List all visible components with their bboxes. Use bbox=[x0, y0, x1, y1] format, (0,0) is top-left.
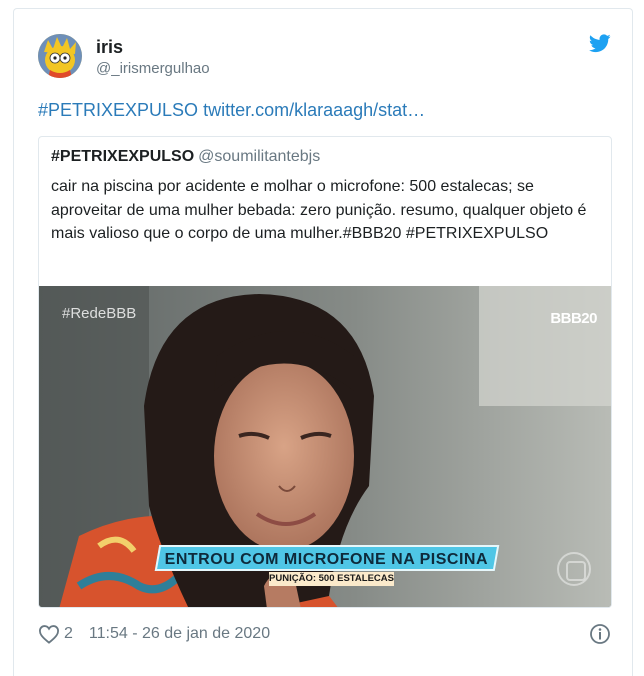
author-handle[interactable]: @_irismergulhao bbox=[96, 60, 210, 77]
caption-sub-banner: PUNIÇÃO: 500 ESTALECAS bbox=[269, 572, 394, 586]
quoted-author-handle: @soumilitantebjs bbox=[198, 148, 321, 165]
author-name[interactable]: iris bbox=[96, 37, 123, 58]
avatar[interactable] bbox=[38, 34, 82, 78]
info-icon[interactable] bbox=[589, 623, 611, 645]
avatar-image bbox=[38, 34, 82, 78]
globo-logo-icon bbox=[557, 552, 591, 586]
heart-icon[interactable] bbox=[38, 624, 60, 644]
quoted-author-name: #PETRIXEXPULSO bbox=[51, 148, 195, 165]
quoted-tweet[interactable]: #PETRIXEXPULSO @soumilitantebjs cair na p… bbox=[38, 136, 612, 608]
tweet-footer: 2 11:54 - 26 de jan de 2020 bbox=[38, 622, 270, 646]
like-count[interactable]: 2 bbox=[64, 625, 73, 643]
show-logo: BBB20 bbox=[550, 310, 597, 327]
hashtag-link[interactable]: #PETRIXEXPULSO bbox=[38, 100, 198, 120]
quoted-tweet-header: #PETRIXEXPULSO @soumilitantebjs bbox=[51, 148, 320, 166]
quoted-media-image[interactable]: #RedeBBB BBB20 ENTROU COM MICROFONE NA P… bbox=[39, 286, 611, 607]
twitter-bird-icon[interactable] bbox=[589, 34, 611, 53]
tweet-text: #PETRIXEXPULSO twitter.com/klaraaagh/sta… bbox=[38, 99, 425, 121]
embedded-tweet-card: iris @_irismergulhao #PETRIXEXPULSO twit… bbox=[13, 8, 633, 676]
channel-watermark: #RedeBBB bbox=[62, 305, 137, 322]
quoted-tweet-text: cair na piscina por acidente e molhar o … bbox=[51, 178, 587, 242]
timestamp[interactable]: 11:54 - 26 de jan de 2020 bbox=[89, 625, 270, 643]
quoted-tweet-link[interactable]: twitter.com/klaraaagh/stat… bbox=[203, 100, 425, 120]
caption-banner: ENTROU COM MICROFONE NA PISCINA bbox=[154, 545, 500, 571]
caption-text: ENTROU COM MICROFONE NA PISCINA bbox=[164, 551, 489, 568]
